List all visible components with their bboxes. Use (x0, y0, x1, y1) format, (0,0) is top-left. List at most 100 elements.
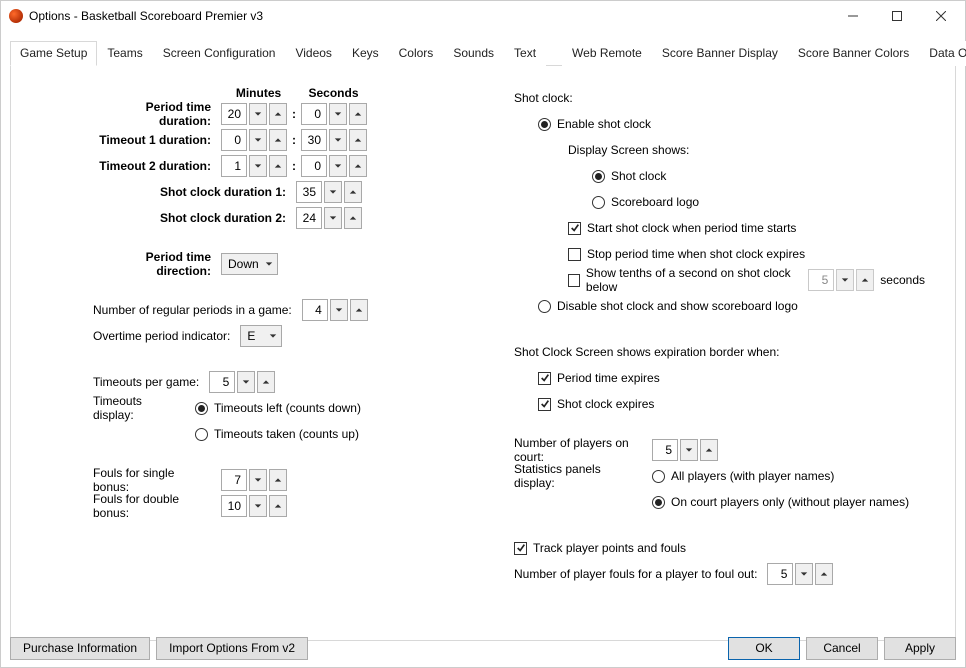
purchase-info-button[interactable]: Purchase Information (10, 637, 150, 660)
spin-up-icon[interactable] (349, 103, 367, 125)
spin-down-icon[interactable] (249, 495, 267, 517)
window-title: Options - Basketball Scoreboard Premier … (29, 9, 831, 23)
timeout1-minutes[interactable]: 0 (221, 129, 287, 151)
period-direction-combo[interactable]: Down (221, 253, 278, 275)
tab-game-setup[interactable]: Game Setup (10, 41, 97, 66)
spin-down-icon[interactable] (330, 299, 348, 321)
regular-periods-spin[interactable]: 4 (302, 299, 368, 321)
label-foul-out: Number of player fouls for a player to f… (514, 567, 767, 581)
shotclock2-seconds[interactable]: 24 (296, 207, 362, 229)
spin-down-icon[interactable] (329, 103, 347, 125)
app-icon (9, 9, 23, 23)
tab-videos[interactable]: Videos (285, 41, 341, 66)
timeouts-per-game-spin[interactable]: 5 (209, 371, 275, 393)
fouls-double-spin[interactable]: 10 (221, 495, 287, 517)
label-shotclock2: Shot clock duration 2: (93, 211, 296, 225)
label-timeout2-duration: Timeout 2 duration: (93, 159, 221, 173)
label-period-direction: Period time direction: (93, 250, 221, 278)
label-period-duration: Period time duration: (93, 100, 221, 128)
radio-enable-shot-clock[interactable]: Enable shot clock (538, 117, 651, 131)
spin-down-icon[interactable] (249, 469, 267, 491)
check-show-tenths[interactable]: Show tenths of a second on shot clock be… (568, 266, 801, 294)
spin-down-icon[interactable] (329, 155, 347, 177)
import-options-button[interactable]: Import Options From v2 (156, 637, 308, 660)
chevron-down-icon (265, 260, 273, 268)
timeout2-minutes[interactable]: 1 (221, 155, 287, 177)
check-track-points-fouls[interactable]: Track player points and fouls (514, 541, 686, 555)
apply-button[interactable]: Apply (884, 637, 956, 660)
tab-data-output[interactable]: Data Output (919, 41, 966, 66)
spin-down-icon[interactable] (324, 207, 342, 229)
tab-keys[interactable]: Keys (342, 41, 389, 66)
spin-down-icon[interactable] (237, 371, 255, 393)
radio-stats-all[interactable]: All players (with player names) (652, 469, 834, 483)
label-timeout1-duration: Timeout 1 duration: (93, 133, 221, 147)
fouls-single-spin[interactable]: 7 (221, 469, 287, 491)
chevron-down-icon (269, 332, 277, 340)
spin-down-icon[interactable] (249, 129, 267, 151)
spin-up-icon[interactable] (269, 469, 287, 491)
spin-up-icon[interactable] (344, 181, 362, 203)
spin-up-icon (856, 269, 874, 291)
spin-down-icon[interactable] (249, 103, 267, 125)
check-exp-period[interactable]: Period time expires (538, 371, 660, 385)
spin-up-icon[interactable] (344, 207, 362, 229)
radio-timeouts-taken[interactable]: Timeouts taken (counts up) (195, 427, 359, 441)
ot-indicator-combo[interactable]: E (240, 325, 282, 347)
close-button[interactable] (919, 2, 963, 30)
tab-teams[interactable]: Teams (97, 41, 152, 66)
cancel-button[interactable]: Cancel (806, 637, 878, 660)
label-stats-display: Statistics panels display: (514, 462, 652, 490)
spin-up-icon[interactable] (269, 155, 287, 177)
tab-web-remote[interactable]: Web Remote (562, 41, 652, 66)
spin-up-icon[interactable] (815, 563, 833, 585)
tab-bar: Game Setup Teams Screen Configuration Vi… (10, 40, 956, 66)
tab-text[interactable]: Text (504, 41, 546, 66)
spin-down-icon[interactable] (795, 563, 813, 585)
spin-up-icon[interactable] (269, 495, 287, 517)
foul-out-spin[interactable]: 5 (767, 563, 833, 585)
radio-timeouts-left[interactable]: Timeouts left (counts down) (195, 401, 361, 415)
header-seconds: Seconds (296, 86, 371, 100)
time-colon: : (287, 107, 301, 121)
spin-down-icon[interactable] (329, 129, 347, 151)
tab-screen-configuration[interactable]: Screen Configuration (153, 41, 286, 66)
spin-down-icon (836, 269, 854, 291)
check-stop-on-expire[interactable]: Stop period time when shot clock expires (568, 247, 805, 261)
maximize-button[interactable] (875, 2, 919, 30)
spin-up-icon[interactable] (349, 129, 367, 151)
tab-score-banner-display[interactable]: Score Banner Display (652, 41, 788, 66)
spin-up-icon[interactable] (349, 155, 367, 177)
spin-up-icon[interactable] (350, 299, 368, 321)
timeout2-seconds[interactable]: 0 (301, 155, 367, 177)
tab-score-banner-colors[interactable]: Score Banner Colors (788, 41, 919, 66)
ok-button[interactable]: OK (728, 637, 800, 660)
period-duration-seconds[interactable]: 0 (301, 103, 367, 125)
players-on-court-spin[interactable]: 5 (652, 439, 718, 461)
period-duration-minutes[interactable]: 20 (221, 103, 287, 125)
radio-dss-logo[interactable]: Scoreboard logo (592, 195, 699, 209)
spin-up-icon[interactable] (700, 439, 718, 461)
label-regular-periods: Number of regular periods in a game: (93, 303, 302, 317)
label-players-on-court: Number of players on court: (514, 436, 652, 464)
label-expiration-border: Shot Clock Screen shows expiration borde… (514, 345, 779, 359)
spin-down-icon[interactable] (324, 181, 342, 203)
tab-sounds[interactable]: Sounds (443, 41, 504, 66)
label-fouls-double: Fouls for double bonus: (93, 492, 221, 520)
label-shotclock1: Shot clock duration 1: (93, 185, 296, 199)
radio-stats-court[interactable]: On court players only (without player na… (652, 495, 909, 509)
spin-up-icon[interactable] (269, 129, 287, 151)
tenths-threshold-spin: 5 (808, 269, 874, 291)
check-start-with-period[interactable]: Start shot clock when period time starts (568, 221, 796, 235)
check-exp-shot[interactable]: Shot clock expires (538, 397, 654, 411)
spin-down-icon[interactable] (249, 155, 267, 177)
minimize-button[interactable] (831, 2, 875, 30)
tab-colors[interactable]: Colors (389, 41, 444, 66)
radio-disable-shot-clock[interactable]: Disable shot clock and show scoreboard l… (538, 299, 798, 313)
spin-up-icon[interactable] (269, 103, 287, 125)
radio-dss-shot-clock[interactable]: Shot clock (592, 169, 666, 183)
shotclock1-seconds[interactable]: 35 (296, 181, 362, 203)
spin-up-icon[interactable] (257, 371, 275, 393)
timeout1-seconds[interactable]: 30 (301, 129, 367, 151)
spin-down-icon[interactable] (680, 439, 698, 461)
